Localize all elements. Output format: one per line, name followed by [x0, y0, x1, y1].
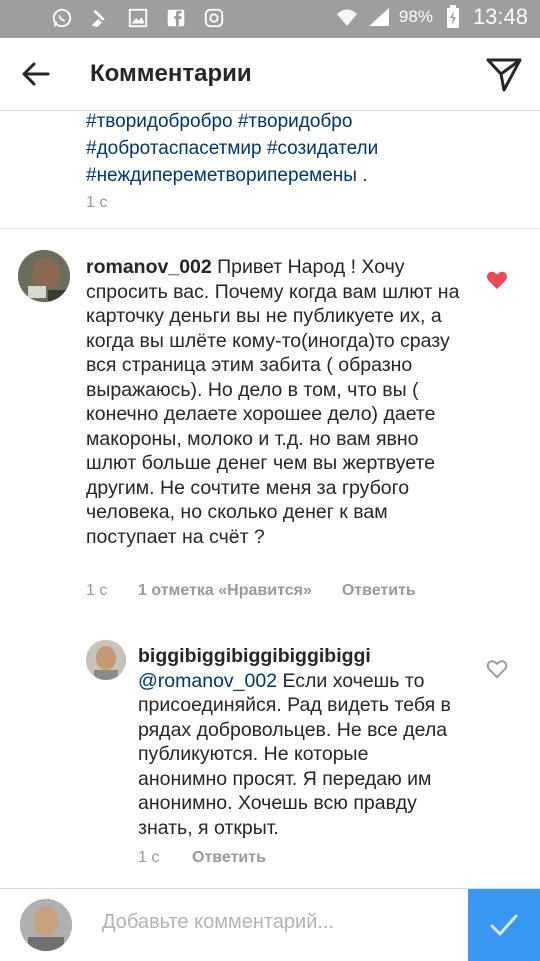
wifi-icon [335, 5, 359, 29]
cleaner-icon [88, 6, 112, 30]
comment-input[interactable] [102, 911, 452, 934]
comment-username[interactable]: romanov_002 [86, 256, 212, 278]
hashtag-line: #неждипереметвориперемены . [86, 162, 526, 189]
battery-icon [441, 5, 465, 29]
comment-meta: 1 с 1 отметка «Нравится» Ответить [86, 582, 416, 600]
battery-percent: 98% [398, 7, 433, 26]
caption-timestamp: 1 с [86, 194, 108, 211]
heart-outline-icon [486, 660, 508, 679]
status-bar: 98% 13:48 [0, 0, 540, 38]
hashtag[interactable]: #неждипереметвориперемены [86, 165, 357, 186]
mention-link[interactable]: @romanov_002 [138, 670, 277, 692]
comment-text: Если хочешь то присоединяйся. Рад видеть… [138, 669, 451, 839]
comment-username[interactable]: biggibiggibiggibiggibiggi [138, 644, 458, 669]
back-button[interactable] [18, 56, 54, 92]
reply-button[interactable]: Ответить [342, 582, 416, 600]
comment-composer [0, 888, 540, 961]
hashtag-line[interactable]: #творидобробро #творидобро [86, 108, 526, 135]
share-button[interactable] [484, 54, 524, 94]
notification-icons [50, 6, 226, 30]
instagram-icon [202, 6, 226, 30]
comment-text: Привет Народ ! Хочу спросить вас. Почему… [86, 256, 460, 548]
heart-filled-icon [487, 271, 507, 290]
comment-timestamp: 1 с [138, 849, 160, 866]
facebook-icon [164, 6, 188, 30]
system-indicators: 98% 13:48 [335, 4, 528, 30]
whatsapp-icon [50, 6, 74, 30]
app-bar: Комментарии [0, 38, 540, 111]
signal-icon [367, 5, 391, 29]
send-icon [486, 58, 522, 92]
comment: romanov_002 Привет Народ ! Хочу спросить… [86, 255, 464, 549]
avatar[interactable] [86, 640, 126, 680]
post-caption: #творидобробро #творидобро #добротаспасе… [86, 108, 526, 189]
likes-count-link[interactable]: 1 отметка «Нравится» [138, 582, 312, 600]
user-photo [86, 640, 126, 680]
caption-end: . [356, 165, 368, 186]
comment-meta: 1 с Ответить [138, 849, 266, 867]
page-title: Комментарии [90, 60, 252, 87]
avatar[interactable] [18, 250, 70, 302]
comment-timestamp: 1 с [86, 582, 108, 599]
reply-button[interactable]: Ответить [192, 849, 266, 867]
checkmark-icon [490, 914, 518, 936]
hashtag-line[interactable]: #добротаспасетмир #созидатели [86, 135, 526, 162]
back-arrow-icon [22, 62, 50, 86]
user-photo [20, 899, 72, 951]
post-comment-button[interactable] [468, 889, 540, 961]
clock: 13:48 [472, 4, 528, 29]
comment-reply: biggibiggibiggibiggibiggi @romanov_002 Е… [138, 644, 458, 840]
divider [0, 228, 540, 229]
current-user-avatar [20, 899, 72, 951]
like-button[interactable] [486, 659, 508, 679]
user-photo [18, 250, 70, 302]
gallery-icon [126, 6, 150, 30]
like-button[interactable] [486, 270, 508, 290]
